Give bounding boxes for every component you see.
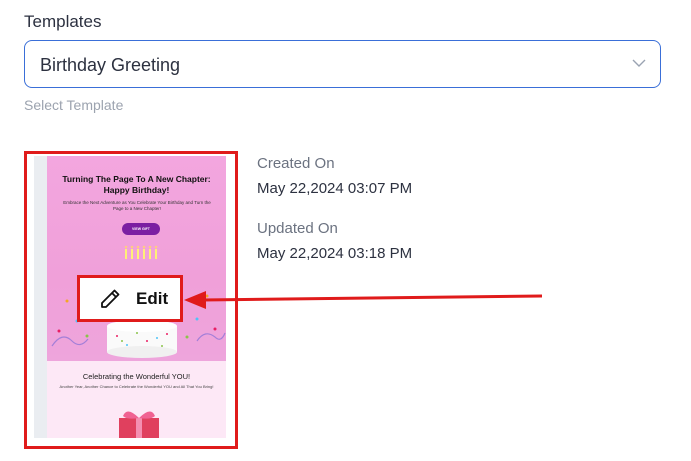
preview-button: VIEW GIFT: [122, 223, 160, 235]
select-template-helper: Select Template: [24, 97, 124, 113]
updated-on-value: May 22,2024 03:18 PM: [257, 245, 413, 262]
edit-button[interactable]: Edit: [77, 275, 183, 322]
created-on-label: Created On: [257, 155, 335, 172]
template-select[interactable]: Birthday Greeting: [24, 40, 661, 88]
templates-label: Templates: [24, 12, 102, 31]
template-select-value: Birthday Greeting: [40, 55, 181, 75]
updated-on-label: Updated On: [257, 220, 338, 237]
chevron-down-icon: [632, 59, 646, 67]
annotation-arrow: [184, 291, 543, 309]
preview-section-title: Celebrating the Wonderful YOU!: [82, 372, 191, 381]
pencil-icon: [101, 289, 120, 308]
created-on-value: May 22,2024 03:07 PM: [257, 180, 413, 197]
preview-headline: Turning The Page To A New Chapter: Happy…: [62, 174, 211, 195]
preview-section-text: Another Year, Another Chance to Celebrat…: [59, 384, 214, 389]
gift-box-image: [119, 411, 159, 438]
preview-subtext: Embrace the Next Adventure as You Celebr…: [63, 200, 211, 211]
edit-label: Edit: [136, 289, 169, 308]
